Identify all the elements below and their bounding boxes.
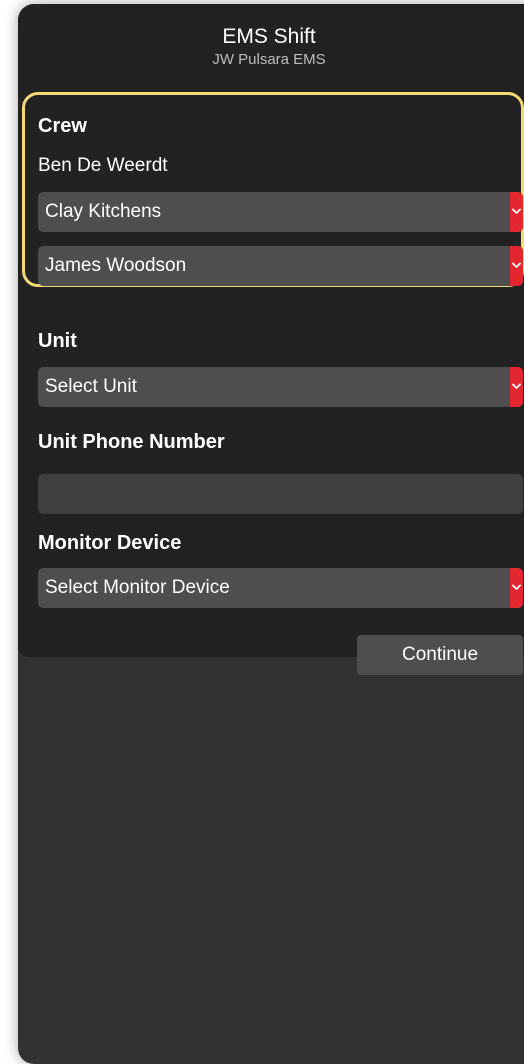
monitor-device-select-value: Select Monitor Device: [45, 577, 230, 598]
crew-label: Crew: [38, 115, 87, 137]
unit-select-value: Select Unit: [45, 376, 137, 397]
unit-phone-label: Unit Phone Number: [38, 431, 225, 453]
dropdown-indicator: [510, 246, 523, 286]
dropdown-indicator: [510, 367, 523, 407]
page-subtitle: JW Pulsara EMS: [212, 51, 326, 68]
crew-member-select-2[interactable]: James Woodson: [38, 246, 523, 286]
chevron-down-icon: [512, 383, 521, 389]
shift-form: Crew Ben De Weerdt Clay Kitchens James W…: [18, 78, 524, 675]
monitor-device-label: Monitor Device: [38, 532, 182, 554]
crew-member-select-1-value: Clay Kitchens: [45, 201, 162, 222]
unit-phone-input[interactable]: [38, 474, 523, 514]
chevron-down-icon: [512, 262, 521, 268]
crew-member-select-1[interactable]: Clay Kitchens: [38, 192, 523, 232]
crew-member-select-2-value: James Woodson: [45, 255, 187, 276]
unit-label: Unit: [38, 330, 77, 352]
app-window: EMS Shift JW Pulsara EMS Crew Ben De Wee…: [18, 4, 524, 1064]
page-title: EMS Shift: [222, 25, 316, 48]
chevron-down-icon: [512, 208, 521, 214]
continue-button[interactable]: Continue: [357, 635, 523, 675]
crew-lead-member: Ben De Weerdt: [38, 155, 168, 176]
dropdown-indicator: [510, 192, 523, 232]
dropdown-indicator: [510, 568, 523, 608]
monitor-device-select[interactable]: Select Monitor Device: [38, 568, 523, 608]
header-bar: EMS Shift JW Pulsara EMS: [18, 4, 524, 78]
chevron-down-icon: [512, 584, 521, 590]
unit-select[interactable]: Select Unit: [38, 367, 523, 407]
